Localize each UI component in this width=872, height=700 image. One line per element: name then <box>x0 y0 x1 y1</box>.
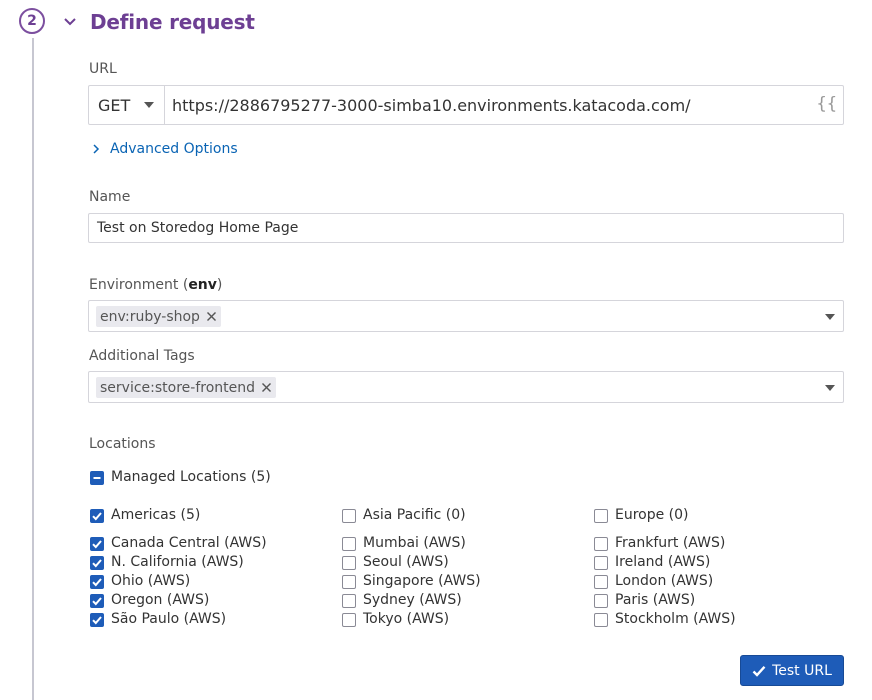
advanced-options-label: Advanced Options <box>110 141 238 157</box>
location-checkbox[interactable] <box>594 537 608 551</box>
caret-down-icon <box>144 102 154 108</box>
additional-tags-label: Additional Tags <box>89 348 195 364</box>
region-checkbox[interactable] <box>90 509 104 523</box>
variable-braces-icon[interactable]: {{ <box>817 94 837 114</box>
managed-locations-checkbox[interactable] <box>90 471 104 485</box>
url-input[interactable]: https://2886795277-3000-simba10.environm… <box>172 96 691 115</box>
location-label: Stockholm (AWS) <box>615 611 736 627</box>
close-icon[interactable] <box>206 311 217 322</box>
region-checkbox[interactable] <box>594 509 608 523</box>
caret-down-icon <box>825 314 835 320</box>
location-checkbox[interactable] <box>342 556 356 570</box>
location-checkbox[interactable] <box>342 537 356 551</box>
method-value: GET <box>98 96 131 115</box>
url-label: URL <box>89 61 117 77</box>
environment-label: Environment (env) <box>89 277 223 293</box>
url-field-group: GET https://2886795277-3000-simba10.envi… <box>88 85 844 125</box>
location-label: N. California (AWS) <box>111 554 244 570</box>
environment-tag-chip: env:ruby-shop <box>96 306 221 327</box>
location-label: Oregon (AWS) <box>111 592 210 608</box>
additional-tag-chip: service:store-frontend <box>96 377 277 398</box>
location-label: Tokyo (AWS) <box>363 611 450 627</box>
close-icon[interactable] <box>261 382 272 393</box>
location-checkbox[interactable] <box>342 613 356 627</box>
location-label: Canada Central (AWS) <box>111 535 267 551</box>
advanced-options-toggle[interactable]: Advanced Options <box>90 140 238 158</box>
test-url-label: Test URL <box>772 662 832 679</box>
location-label: São Paulo (AWS) <box>111 611 227 627</box>
additional-tags-select[interactable]: service:store-frontend <box>88 371 844 403</box>
location-checkbox[interactable] <box>594 594 608 608</box>
region-label: Asia Pacific (0) <box>363 507 466 523</box>
test-url-button[interactable]: Test URL <box>740 655 844 686</box>
managed-locations-label: Managed Locations (5) <box>111 469 271 485</box>
chevron-down-icon[interactable] <box>62 14 78 30</box>
location-checkbox[interactable] <box>594 556 608 570</box>
location-label: Frankfurt (AWS) <box>615 535 726 551</box>
caret-down-icon <box>825 385 835 391</box>
region-checkbox[interactable] <box>342 509 356 523</box>
additional-tag-label: service:store-frontend <box>100 379 256 396</box>
step-number-badge: 2 <box>19 8 45 34</box>
location-checkbox[interactable] <box>90 556 104 570</box>
region-label: Europe (0) <box>615 507 689 523</box>
location-label: London (AWS) <box>615 573 714 589</box>
location-label: Sydney (AWS) <box>363 592 462 608</box>
name-input[interactable]: Test on Storedog Home Page <box>88 213 844 243</box>
location-checkbox[interactable] <box>90 575 104 589</box>
location-label: Mumbai (AWS) <box>363 535 466 551</box>
location-checkbox[interactable] <box>342 575 356 589</box>
location-checkbox[interactable] <box>594 613 608 627</box>
environment-tag-label: env:ruby-shop <box>100 308 200 325</box>
step-rail <box>32 38 34 700</box>
method-select[interactable]: GET <box>89 86 165 124</box>
location-label: Seoul (AWS) <box>363 554 449 570</box>
location-label: Ohio (AWS) <box>111 573 191 589</box>
location-checkbox[interactable] <box>90 613 104 627</box>
environment-select[interactable]: env:ruby-shop <box>88 300 844 332</box>
location-checkbox[interactable] <box>594 575 608 589</box>
name-label: Name <box>89 189 131 205</box>
chevron-right-icon <box>93 144 100 154</box>
region-label: Americas (5) <box>111 507 201 523</box>
location-checkbox[interactable] <box>90 594 104 608</box>
location-checkbox[interactable] <box>342 594 356 608</box>
location-checkbox[interactable] <box>90 537 104 551</box>
location-label: Paris (AWS) <box>615 592 696 608</box>
section-title[interactable]: Define request <box>90 10 255 34</box>
location-label: Ireland (AWS) <box>615 554 711 570</box>
location-label: Singapore (AWS) <box>363 573 481 589</box>
check-icon <box>752 665 766 677</box>
locations-label: Locations <box>89 436 156 452</box>
